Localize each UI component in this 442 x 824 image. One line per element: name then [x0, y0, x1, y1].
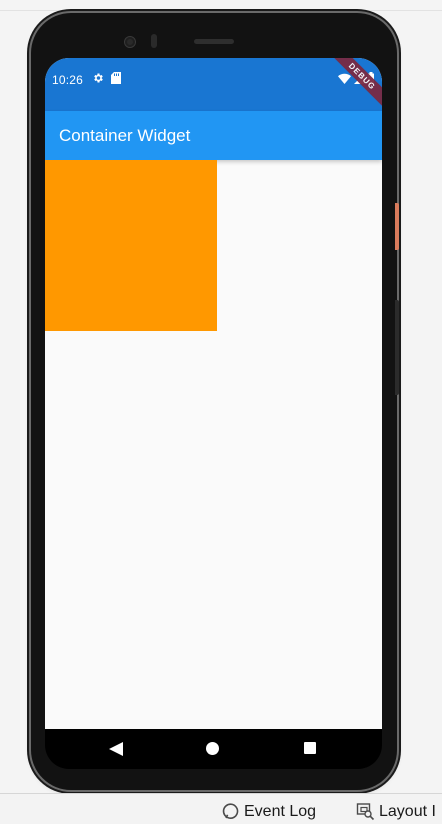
back-icon[interactable] [109, 742, 123, 756]
ide-bottom-toolbar: Event Log Layout I [0, 793, 442, 824]
sd-card-icon [111, 72, 121, 84]
wifi-icon [338, 73, 351, 84]
status-time: 10:26 [52, 73, 84, 87]
layout-inspector-icon [356, 803, 375, 821]
event-log-label: Event Log [244, 802, 317, 820]
home-icon[interactable] [206, 742, 219, 755]
layout-inspector-label: Layout I [379, 802, 436, 820]
settings-gear-icon [94, 73, 103, 83]
event-log-button[interactable]: Event Log [221, 802, 316, 821]
front-camera [125, 37, 135, 47]
orange-container-box [45, 160, 217, 331]
ide-top-divider [0, 10, 442, 11]
debug-banner: DEBUG [324, 58, 382, 114]
app-bar-title: Container Widget [59, 126, 191, 145]
proximity-sensor [151, 34, 157, 48]
phone-power-button[interactable] [395, 300, 399, 395]
recent-apps-icon[interactable] [304, 742, 316, 754]
phone-screen: 10:26 DEBUG Container Widget [45, 58, 382, 729]
status-bar: 10:26 DEBUG [45, 58, 382, 114]
app-bar: Container Widget [45, 111, 382, 160]
phone-volume-button[interactable] [395, 203, 399, 250]
android-navigation-bar [45, 729, 382, 769]
event-log-icon [222, 803, 239, 819]
layout-inspector-button[interactable]: Layout I [356, 802, 436, 821]
earpiece-speaker [194, 39, 234, 44]
